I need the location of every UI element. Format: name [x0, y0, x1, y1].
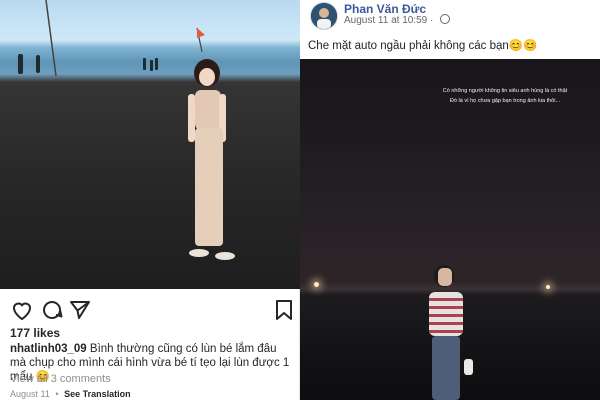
overlay-line-2: Đó là vì họ chưa gặp bạn trong ảnh kia t…	[449, 98, 561, 104]
date-separator: •	[55, 389, 59, 399]
post-meta: August 11 at 10:59 ·	[344, 14, 451, 26]
avatar-image	[311, 3, 337, 29]
bookmark-icon[interactable]	[272, 298, 296, 322]
avatar[interactable]	[310, 2, 338, 30]
caption-username[interactable]: nhatlinh03_09	[10, 343, 87, 355]
post-header: Phan Văn Đức August 11 at 10:59 · Che mặ…	[300, 0, 600, 56]
shore-light	[314, 282, 319, 287]
overlay-line-1: Có những người không tin siêu anh hùng l…	[442, 88, 568, 94]
shore-light	[546, 285, 550, 289]
see-translation-link[interactable]: See Translation	[64, 389, 131, 399]
facebook-post: Phan Văn Đức August 11 at 10:59 · Che mặ…	[300, 0, 600, 400]
instagram-post: 177 likes nhatlinh03_09 Bình thường cũng…	[0, 0, 300, 400]
post-text: Che mặt auto ngầu phải không các bạn😊😊	[308, 40, 538, 52]
post-photo-beach[interactable]	[0, 0, 300, 289]
heart-icon[interactable]	[10, 298, 34, 322]
comment-icon[interactable]	[40, 298, 64, 322]
post-date-line: August 11 • See Translation	[10, 389, 131, 399]
post-date: August 11	[10, 389, 50, 399]
globe-icon	[440, 14, 451, 25]
beach-scene	[18, 0, 235, 260]
share-icon[interactable]	[68, 298, 92, 322]
post-photo-night[interactable]: Có những người không tin siêu anh hùng l…	[300, 59, 600, 400]
author-name[interactable]: Phan Văn Đức	[344, 2, 426, 16]
view-all-comments-link[interactable]: View all 3 comments	[10, 373, 111, 385]
photo-overlay-text: Có những người không tin siêu anh hùng l…	[420, 86, 590, 106]
person-figure	[429, 265, 473, 400]
likes-count[interactable]: 177 likes	[10, 326, 60, 340]
meta-dot: ·	[430, 15, 434, 26]
action-bar	[10, 298, 292, 322]
post-timestamp[interactable]: August 11 at 10:59	[344, 15, 427, 26]
